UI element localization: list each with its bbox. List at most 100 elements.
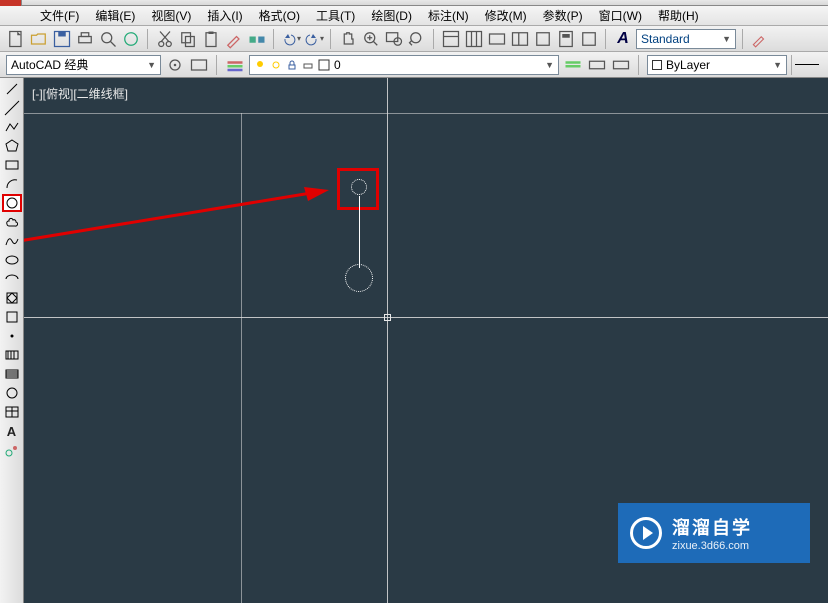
construction-line-tool[interactable] <box>2 99 22 117</box>
toolbar-separator <box>605 29 607 49</box>
spline-tool[interactable] <box>2 232 22 250</box>
crosshair-vertical <box>387 78 388 603</box>
gradient-tool[interactable] <box>2 365 22 383</box>
zoom-window-button[interactable] <box>384 29 404 49</box>
menu-edit[interactable]: 编辑(E) <box>95 7 135 24</box>
undo-button[interactable]: ▾ <box>281 29 301 49</box>
point-tool[interactable] <box>2 327 22 345</box>
bulb-icon <box>254 59 266 71</box>
cursor-pickbox <box>384 314 391 321</box>
menu-modify[interactable]: 修改(M) <box>485 7 527 24</box>
polygon-tool[interactable] <box>2 137 22 155</box>
watermark-url: zixue.3d66.com <box>672 540 752 552</box>
print-preview-button[interactable] <box>98 29 118 49</box>
layer-previous-button[interactable] <box>587 55 607 75</box>
chevron-down-icon: ▼ <box>773 60 782 70</box>
tool-palettes-button[interactable] <box>487 29 507 49</box>
toolbar-separator <box>433 29 435 49</box>
workspace-dropdown[interactable]: AutoCAD 经典 ▼ <box>6 55 161 75</box>
cut-button[interactable] <box>155 29 175 49</box>
toolbar-separator <box>273 29 275 49</box>
app-icon <box>0 0 22 6</box>
drawing-preview-circle <box>345 264 373 292</box>
pan-button[interactable] <box>338 29 358 49</box>
menu-file[interactable]: 文件(F) <box>40 7 79 24</box>
layer-dropdown[interactable]: 0 ▼ <box>249 55 559 75</box>
table-tool[interactable] <box>2 403 22 421</box>
polyline-tool[interactable] <box>2 118 22 136</box>
print-icon <box>302 59 314 71</box>
publish-button[interactable] <box>121 29 141 49</box>
layer-toolbar: AutoCAD 经典 ▼ 0 ▼ ByLayer ▼ <box>0 52 828 78</box>
ellipse-arc-tool[interactable] <box>2 270 22 288</box>
revision-cloud-tool[interactable] <box>2 213 22 231</box>
chevron-down-icon: ▼ <box>147 60 156 70</box>
save-button[interactable] <box>52 29 72 49</box>
toolbar-separator <box>330 29 332 49</box>
grid-line <box>24 113 828 114</box>
menu-insert[interactable]: 插入(I) <box>207 7 242 24</box>
insert-block-tool[interactable] <box>2 289 22 307</box>
brush-button[interactable] <box>750 29 768 49</box>
zoom-realtime-button[interactable] <box>361 29 381 49</box>
quickcalc-button[interactable] <box>556 29 576 49</box>
toolbar-separator <box>742 29 744 49</box>
color-swatch-icon <box>318 59 330 71</box>
menu-param[interactable]: 参数(P) <box>543 7 583 24</box>
drawing-canvas[interactable]: [-][俯视][二维线框] 溜溜自学 zixue.3d66.com <box>24 78 828 603</box>
layer-change-button[interactable] <box>611 55 631 75</box>
rectangle-tool[interactable] <box>2 156 22 174</box>
open-button[interactable] <box>29 29 49 49</box>
markup-button[interactable] <box>533 29 553 49</box>
zoom-previous-button[interactable] <box>407 29 427 49</box>
menu-draw[interactable]: 绘图(D) <box>371 7 412 24</box>
design-center-button[interactable] <box>510 29 530 49</box>
workspace-name: AutoCAD 经典 <box>11 56 88 73</box>
drawing-preview-circle <box>351 179 367 195</box>
chevron-down-icon: ▼ <box>722 34 731 44</box>
sun-icon <box>270 59 282 71</box>
menu-tools[interactable]: 工具(T) <box>316 7 355 24</box>
sheet-set-button[interactable] <box>464 29 484 49</box>
menu-help[interactable]: 帮助(H) <box>658 7 699 24</box>
menu-dimension[interactable]: 标注(N) <box>428 7 469 24</box>
layer-states-button[interactable] <box>563 55 583 75</box>
add-selected-tool[interactable] <box>2 441 22 459</box>
standard-toolbar: ▾ ▾ A Standard ▼ <box>0 26 828 52</box>
workspace-toolbar-button[interactable] <box>189 55 209 75</box>
menu-format[interactable]: 格式(O) <box>259 7 300 24</box>
redo-button[interactable]: ▾ <box>304 29 324 49</box>
ellipse-tool[interactable] <box>2 251 22 269</box>
paste-button[interactable] <box>201 29 221 49</box>
grid-line <box>241 113 242 603</box>
hatch-tool[interactable] <box>2 346 22 364</box>
copy-button[interactable] <box>178 29 198 49</box>
circle-tool[interactable] <box>2 194 22 212</box>
color-dropdown[interactable]: ByLayer ▼ <box>647 55 787 75</box>
make-block-tool[interactable] <box>2 308 22 326</box>
mtext-tool[interactable]: A <box>2 422 22 440</box>
block-editor-button[interactable] <box>247 29 267 49</box>
arc-tool[interactable] <box>2 175 22 193</box>
layer-props-button[interactable] <box>225 55 245 75</box>
match-props-button[interactable] <box>224 29 244 49</box>
toolbar-separator <box>147 29 149 49</box>
line-tool[interactable] <box>2 80 22 98</box>
line-icon <box>795 64 819 65</box>
print-button[interactable] <box>75 29 95 49</box>
ref-button[interactable] <box>579 29 599 49</box>
region-tool[interactable] <box>2 384 22 402</box>
watermark-text: 溜溜自学 zixue.3d66.com <box>672 514 752 552</box>
new-button[interactable] <box>6 29 26 49</box>
properties-button[interactable] <box>441 29 461 49</box>
workspace-settings-button[interactable] <box>165 55 185 75</box>
text-style-name: Standard <box>641 32 690 46</box>
color-label: ByLayer <box>666 58 710 72</box>
text-style-icon[interactable]: A <box>613 29 633 49</box>
watermark: 溜溜自学 zixue.3d66.com <box>618 503 810 563</box>
menu-view[interactable]: 视图(V) <box>151 7 191 24</box>
menu-window[interactable]: 窗口(W) <box>599 7 642 24</box>
linetype-preview[interactable] <box>791 55 821 75</box>
text-style-dropdown[interactable]: Standard ▼ <box>636 29 736 49</box>
lock-icon <box>286 59 298 71</box>
